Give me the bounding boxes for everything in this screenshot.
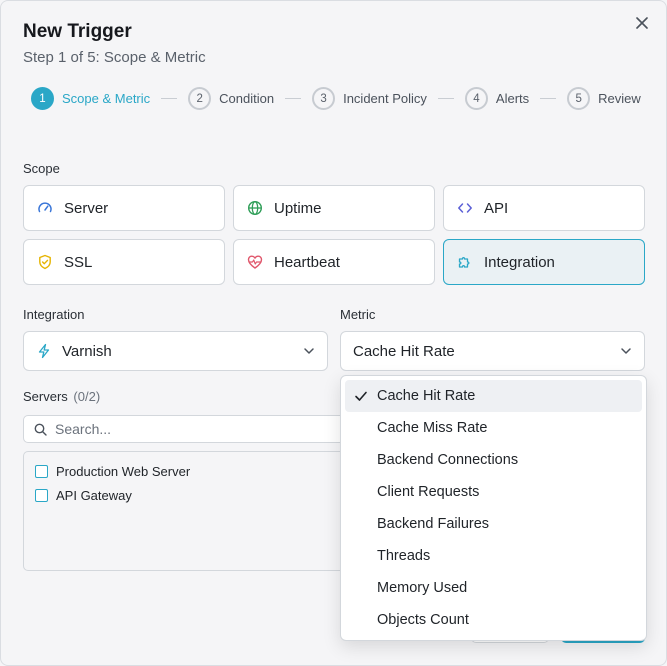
step-alerts[interactable]: 4 Alerts <box>464 87 530 110</box>
scope-option-ssl[interactable]: SSL <box>23 239 225 285</box>
step-number: 5 <box>567 87 591 110</box>
scope-option-label: SSL <box>64 253 93 271</box>
modal-title: New Trigger <box>23 21 132 42</box>
metric-option-label: Threads <box>377 548 431 564</box>
puzzle-icon <box>458 257 470 268</box>
code-icon <box>458 203 472 213</box>
metric-option[interactable]: Cache Miss Rate <box>345 412 642 444</box>
metric-dropdown: Cache Hit Rate Cache Miss Rate Backend C… <box>340 375 647 641</box>
step-divider <box>540 98 557 99</box>
step-condition[interactable]: 2 Condition <box>188 87 274 110</box>
metric-option[interactable]: Client Requests <box>345 476 642 508</box>
modal-subtitle: Step 1 of 5: Scope & Metric <box>23 49 206 66</box>
servers-label: Servers (0/2) <box>23 389 100 404</box>
gauge-icon <box>38 202 52 213</box>
scope-option-heartbeat[interactable]: Heartbeat <box>233 239 435 285</box>
step-scope-metric[interactable]: 1 Scope & Metric <box>31 87 150 110</box>
scope-option-uptime[interactable]: Uptime <box>233 185 435 231</box>
server-checkbox[interactable] <box>35 464 48 478</box>
scope-option-integration[interactable]: Integration <box>443 239 645 285</box>
step-divider <box>285 98 302 99</box>
step-label: Scope & Metric <box>62 91 151 106</box>
metric-option-label: Cache Hit Rate <box>377 388 476 404</box>
metric-label: Metric <box>340 307 376 322</box>
search-input[interactable] <box>55 421 335 437</box>
new-trigger-modal: New Trigger Step 1 of 5: Scope & Metric … <box>0 0 667 666</box>
integration-select[interactable]: Varnish <box>23 331 328 371</box>
integration-value: Varnish <box>62 342 112 360</box>
server-item[interactable]: API Gateway <box>24 483 352 507</box>
check-icon <box>355 391 367 401</box>
step-label: Condition <box>219 91 275 106</box>
heartbeat-icon <box>247 255 263 269</box>
metric-select[interactable]: Cache Hit Rate <box>340 331 645 371</box>
chevron-down-icon <box>304 348 314 354</box>
scope-option-server[interactable]: Server <box>23 185 225 231</box>
metric-value: Cache Hit Rate <box>353 342 455 360</box>
integration-label: Integration <box>23 307 85 322</box>
step-number: 2 <box>188 87 212 110</box>
scope-option-api[interactable]: API <box>443 185 645 231</box>
metric-option[interactable]: Cache Hit Rate <box>345 380 642 412</box>
server-name: Production Web Server <box>56 463 191 479</box>
stepper: 1 Scope & Metric 2 Condition 3 Incident … <box>31 87 641 110</box>
servers-count: (0/2) <box>73 389 101 404</box>
step-number: 4 <box>464 87 488 110</box>
scope-option-label: API <box>484 199 509 217</box>
metric-option-label: Client Requests <box>377 484 480 500</box>
metric-option-label: Objects Count <box>377 612 469 628</box>
step-label: Review <box>598 91 641 106</box>
lightning-icon <box>38 343 50 359</box>
metric-option-label: Backend Failures <box>377 516 490 532</box>
step-label: Alerts <box>495 91 530 106</box>
step-review[interactable]: 5 Review <box>567 87 641 110</box>
scope-option-label: Server <box>64 199 109 217</box>
metric-option[interactable]: Backend Connections <box>345 444 642 476</box>
globe-icon <box>247 200 263 216</box>
search-icon <box>34 423 47 436</box>
step-number: 1 <box>31 87 54 110</box>
shield-icon <box>39 254 51 270</box>
metric-option-label: Cache Miss Rate <box>377 420 488 436</box>
metric-option[interactable]: Objects Count <box>345 604 642 636</box>
scope-options: Server Uptime API SSL Heartbeat Integrat… <box>23 185 645 285</box>
server-list: Production Web Server API Gateway <box>23 451 353 571</box>
scope-label: Scope <box>23 161 60 176</box>
chevron-down-icon <box>621 348 631 354</box>
step-divider <box>161 98 178 99</box>
scope-option-label: Integration <box>484 253 555 271</box>
step-incident-policy[interactable]: 3 Incident Policy <box>312 87 427 110</box>
server-checkbox[interactable] <box>35 488 48 502</box>
server-item[interactable]: Production Web Server <box>24 459 352 483</box>
scope-option-label: Heartbeat <box>274 253 340 271</box>
servers-title: Servers <box>23 389 68 404</box>
step-label: Incident Policy <box>343 91 427 106</box>
step-number: 3 <box>312 87 336 110</box>
metric-option[interactable]: Backend Failures <box>345 508 642 540</box>
scope-option-label: Uptime <box>274 199 322 217</box>
close-icon[interactable] <box>632 13 652 33</box>
metric-option-label: Backend Connections <box>377 452 519 468</box>
metric-option-label: Memory Used <box>377 580 468 596</box>
step-divider <box>437 98 454 99</box>
metric-option[interactable]: Threads <box>345 540 642 572</box>
server-search <box>23 415 353 443</box>
server-name: API Gateway <box>56 487 132 503</box>
metric-option[interactable]: Memory Used <box>345 572 642 604</box>
